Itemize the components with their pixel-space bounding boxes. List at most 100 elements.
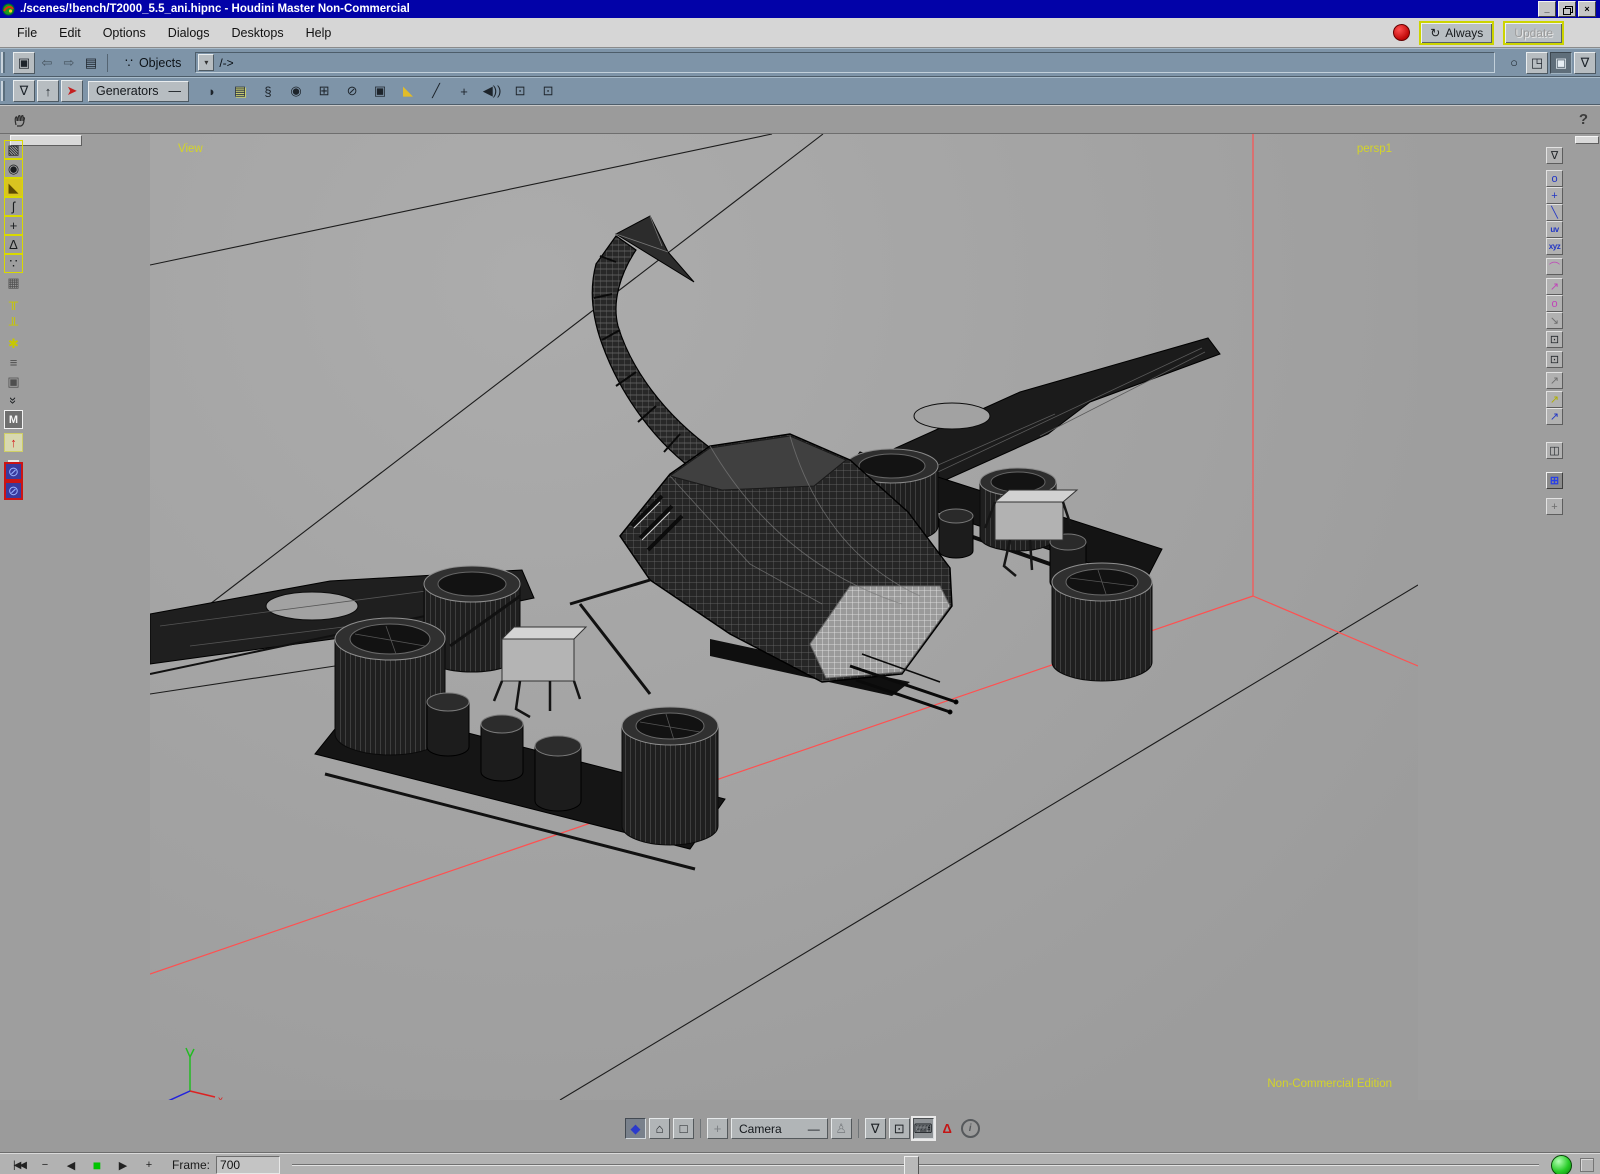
camera-select[interactable]: Camera —	[731, 1118, 828, 1139]
raise-arrow-button[interactable]: ↑	[37, 80, 59, 102]
menu-file[interactable]: File	[6, 21, 48, 45]
network-path-field[interactable]: ▾ /->	[195, 52, 1495, 73]
flipbook-button[interactable]: Δ	[937, 1118, 958, 1139]
back-button[interactable]: ⇦	[37, 53, 57, 73]
uv-icon[interactable]: uv	[1546, 221, 1563, 238]
link-camera-button[interactable]: ♙	[831, 1118, 852, 1139]
menu-options[interactable]: Options	[92, 21, 157, 45]
viewport[interactable]: x z View persp1 Non-Commercial Edition	[150, 134, 1418, 1100]
arrow-up-b-icon[interactable]: ↗	[1546, 391, 1563, 408]
viewport-camera-label[interactable]: persp1	[1357, 143, 1392, 155]
path-dropdown-icon[interactable]: ▾	[198, 54, 214, 71]
dot-icon[interactable]: o	[1546, 295, 1563, 312]
generators-dropdown[interactable]: Generators —	[88, 81, 189, 102]
toolbar-grip[interactable]	[1, 81, 8, 102]
network-boxes-icon[interactable]: ⊞	[314, 81, 334, 101]
scope-a-icon[interactable]: ⊡	[510, 81, 530, 101]
motion-view-icon[interactable]: M	[4, 410, 23, 429]
h-scrollbar[interactable]	[1575, 136, 1599, 144]
hierarchy-up-icon[interactable]: ╨	[4, 315, 23, 334]
geometry-pod-icon[interactable]: ◗	[202, 81, 222, 101]
history-button[interactable]: ▤	[81, 53, 101, 73]
translate-icon[interactable]: +	[1546, 187, 1563, 204]
menu-edit[interactable]: Edit	[48, 21, 92, 45]
forward-button[interactable]: ⇨	[59, 53, 79, 73]
realtime-toggle-icon[interactable]	[1551, 1155, 1572, 1174]
select-icon[interactable]: ∇	[1546, 147, 1563, 164]
viewport-view-label[interactable]: View	[178, 143, 203, 155]
timeline-thumb[interactable]	[904, 1156, 919, 1174]
display-pane-button[interactable]: ▣	[13, 52, 35, 74]
light-icon[interactable]: ◣	[398, 81, 418, 101]
no-entry-b-icon[interactable]: ⊘	[4, 481, 23, 500]
menu-help[interactable]: Help	[295, 21, 343, 45]
hierarchy-down-icon[interactable]: ╥	[4, 292, 23, 311]
geometry-icon[interactable]: ▧	[4, 140, 23, 159]
pane-filter-button[interactable]: ∇	[1574, 52, 1596, 74]
objects-context-label[interactable]: Objects	[139, 56, 181, 70]
play-backward-button[interactable]: ◀	[62, 1156, 80, 1174]
pose-icon[interactable]: ↗	[1546, 278, 1563, 295]
keyboard-button[interactable]: ⌨	[913, 1118, 934, 1139]
star-icon[interactable]: ✱	[4, 334, 23, 353]
camera-icon[interactable]: ◉	[4, 159, 23, 178]
pointer-tool-button[interactable]: ➤	[61, 80, 83, 102]
frame-input[interactable]	[216, 1156, 280, 1174]
arrow-icon[interactable]: ↘	[1546, 312, 1563, 329]
play-forward-button[interactable]: ▶	[114, 1156, 132, 1174]
building-icon[interactable]: ▦	[4, 273, 23, 292]
jump-up-icon[interactable]: ↑	[4, 433, 23, 452]
select-filter-button[interactable]: ∇	[13, 80, 35, 102]
help-button[interactable]: ?	[1579, 111, 1588, 128]
playbar-options-button[interactable]	[1580, 1158, 1594, 1172]
menu-desktops[interactable]: Desktops	[220, 21, 294, 45]
box-select-a-icon[interactable]: ⊡	[1546, 331, 1563, 348]
viewport-canvas[interactable]: x z	[150, 134, 1418, 1100]
arrow-up-c-icon[interactable]: ↗	[1546, 408, 1563, 425]
pin-circle-button[interactable]: ○	[1504, 53, 1524, 73]
camera-box-icon[interactable]: ◫	[1546, 442, 1563, 459]
null-icon[interactable]: +	[4, 216, 23, 235]
subnet-tree-icon[interactable]: ▤	[230, 81, 250, 101]
menu-dialogs[interactable]: Dialogs	[157, 21, 221, 45]
chevrons-icon[interactable]: »	[4, 391, 23, 410]
layout-icon[interactable]: ▣	[4, 372, 23, 391]
pin-icon[interactable]: ╱	[426, 81, 446, 101]
title-bar[interactable]: ./scenes/!bench/T2000_5.5_ani.hipnc - Ho…	[0, 0, 1600, 18]
edit-pen-icon[interactable]: ╲	[1546, 204, 1563, 221]
quad-view-icon[interactable]: ⊞	[1546, 472, 1563, 489]
toolbar-grip[interactable]	[1, 52, 8, 74]
model-icon[interactable]: ∆	[4, 235, 23, 254]
cube-icon[interactable]: ▣	[370, 81, 390, 101]
stop-button[interactable]: ■	[88, 1156, 106, 1174]
bars-icon[interactable]: ≡	[4, 353, 23, 372]
restore-button[interactable]	[1558, 1, 1576, 17]
rewind-button[interactable]: |◀◀	[10, 1156, 28, 1174]
pane-mode-button[interactable]: ▣	[1550, 52, 1572, 74]
bone-icon[interactable]: ʃ	[4, 197, 23, 216]
close-button[interactable]: ×	[1578, 1, 1596, 17]
record-indicator-icon[interactable]	[1393, 24, 1410, 41]
frame-all-button[interactable]: □	[673, 1118, 694, 1139]
metaball-icon[interactable]: ∵	[4, 254, 23, 273]
update-button[interactable]: Update	[1503, 21, 1564, 45]
home-view-button[interactable]: ⌂	[649, 1118, 670, 1139]
view-mode-button[interactable]: ◆	[625, 1118, 646, 1139]
step-back-button[interactable]: −	[36, 1156, 54, 1174]
camera-target-icon[interactable]: ⊘	[342, 81, 362, 101]
add-view-button[interactable]: +	[707, 1118, 728, 1139]
handle-icon[interactable]: o	[1546, 170, 1563, 187]
info-button[interactable]: i	[961, 1119, 980, 1138]
xyz-icon[interactable]: xyz	[1546, 238, 1563, 255]
null-plus-icon[interactable]: +	[454, 81, 474, 101]
select-filter-button[interactable]: ∇	[865, 1118, 886, 1139]
snap-button[interactable]: ⊡	[889, 1118, 910, 1139]
speaker-icon[interactable]: ◀))	[482, 81, 502, 101]
curve-icon[interactable]: ⌒	[1546, 258, 1563, 275]
scope-b-icon[interactable]: ⊡	[538, 81, 558, 101]
camera-icon[interactable]: ◉	[286, 81, 306, 101]
minimize-button[interactable]: _	[1538, 1, 1556, 17]
plus-icon[interactable]: +	[1546, 498, 1563, 515]
model-wireframe[interactable]	[150, 216, 1220, 869]
no-entry-a-icon[interactable]: ⊘	[4, 462, 23, 481]
